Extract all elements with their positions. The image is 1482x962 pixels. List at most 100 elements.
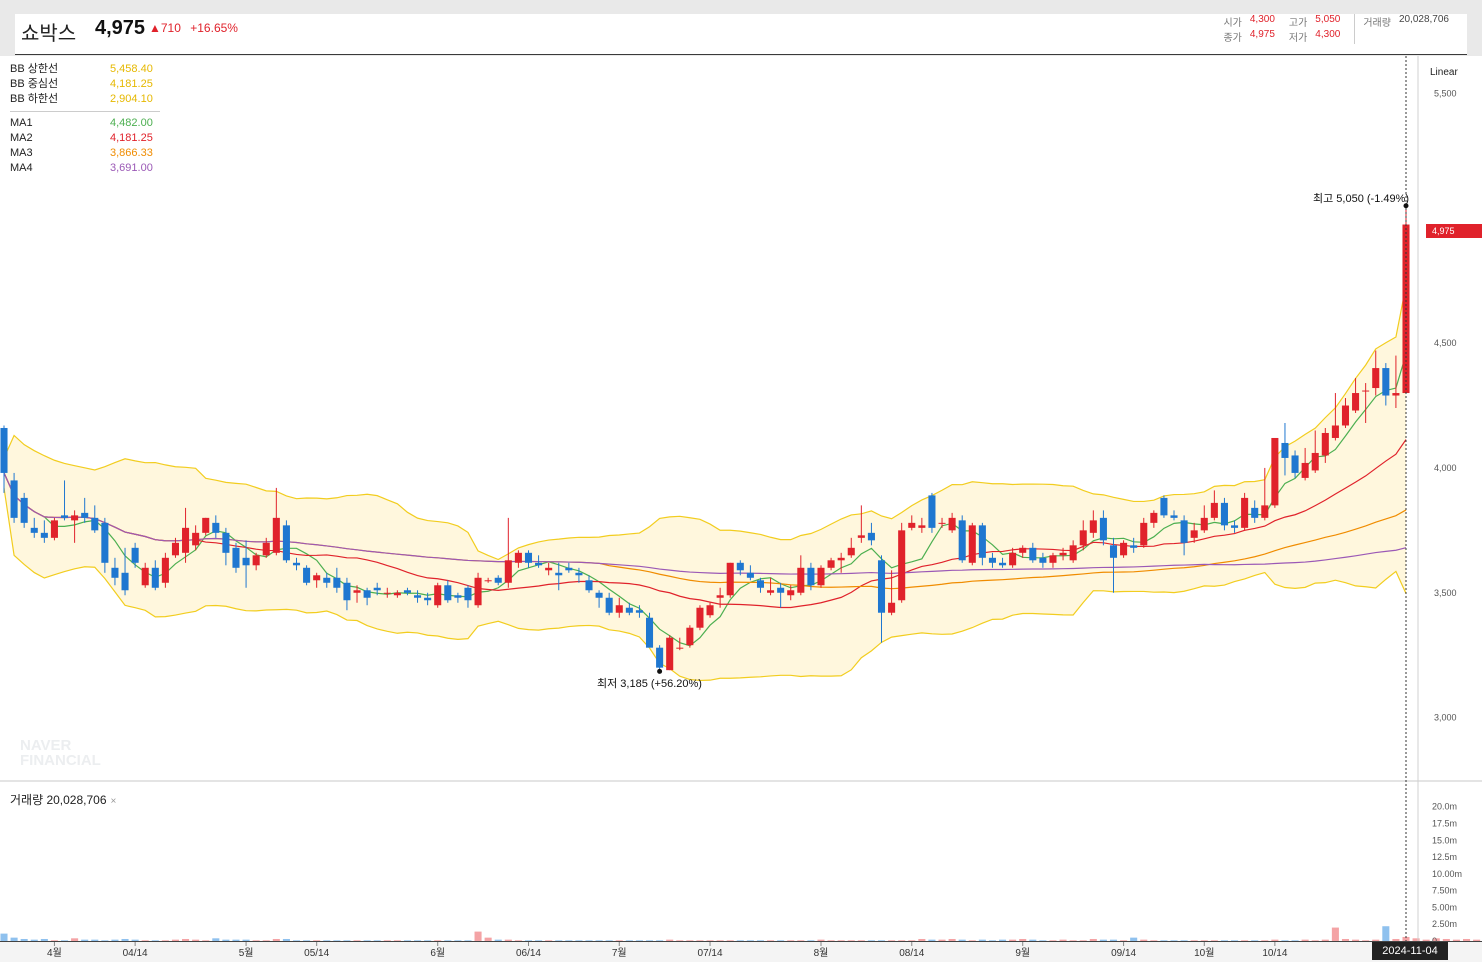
volume-bar xyxy=(555,940,563,941)
volume-bar xyxy=(202,940,210,941)
x-tick-label: 09/14 xyxy=(1111,948,1136,959)
candle-body xyxy=(454,595,462,598)
volume-bar xyxy=(1251,940,1259,941)
x-tick-label: 8월 xyxy=(814,947,829,959)
legend-ma4[interactable]: MA4 3,691.00 xyxy=(10,161,160,176)
volume-tick-label: 20.0m xyxy=(1432,802,1457,812)
candle-body xyxy=(50,520,58,538)
volume-bar xyxy=(1362,940,1370,941)
candle-body xyxy=(474,577,482,606)
volume-bar xyxy=(292,940,301,941)
ohlc-divider xyxy=(1354,29,1356,44)
legend-ma2[interactable]: MA2 4,181.25 xyxy=(10,131,160,146)
legend-bb-upper[interactable]: BB 상한선 5,458.40 xyxy=(10,62,160,77)
crosshair-date-badge: 2024-11-04 xyxy=(1372,942,1448,960)
volume-bar xyxy=(1120,940,1128,941)
volume-bar xyxy=(363,940,371,941)
volume-bar xyxy=(938,939,946,941)
candle-body xyxy=(837,557,845,561)
volume-bar xyxy=(161,940,169,941)
volume-bar xyxy=(50,940,58,941)
volume-bar xyxy=(535,940,543,941)
candle-body xyxy=(252,555,260,566)
volume-bar xyxy=(323,940,331,941)
volume-bar xyxy=(444,940,452,941)
volume-bar xyxy=(30,939,38,941)
y-tick-label: 4,000 xyxy=(1434,463,1457,473)
candle-body xyxy=(121,572,129,591)
volume-bar xyxy=(1039,940,1047,941)
candle-body xyxy=(565,567,573,571)
volume-bar xyxy=(232,939,240,941)
volume-bar xyxy=(1140,939,1148,941)
candle-body xyxy=(706,605,714,616)
volume-bar xyxy=(303,940,311,941)
candle-body xyxy=(575,572,583,576)
legend-ma3[interactable]: MA3 3,866.33 xyxy=(10,146,160,161)
legend-bb-middle[interactable]: BB 중심선 4,181.25 xyxy=(10,77,160,92)
x-tick-label: 07/14 xyxy=(698,948,723,959)
volume-tick-label: 15.0m xyxy=(1432,835,1457,845)
candle-body xyxy=(615,605,623,613)
volume-bar xyxy=(71,938,79,941)
volume-bar xyxy=(1261,940,1269,941)
candle-body xyxy=(1311,452,1319,471)
candle-body xyxy=(1150,512,1158,523)
volume-value: 20,028,706 xyxy=(1398,14,1449,25)
x-axis-bg xyxy=(0,942,1482,962)
volume-bar xyxy=(504,939,512,941)
volume-bar xyxy=(373,940,381,941)
candle-body xyxy=(232,547,240,568)
candle-body xyxy=(1109,545,1118,558)
candle-body xyxy=(1180,520,1188,543)
volume-bar xyxy=(595,940,603,941)
stock-name: 쇼박스 xyxy=(21,23,77,45)
legend-bb-lower[interactable]: BB 하한선 2,904.10 xyxy=(10,92,160,107)
volume-bar xyxy=(948,938,956,941)
price-chart[interactable]: 5,500 4,500 4,000 3,500 3,000 20.0m 17.5m 15.0m… xyxy=(0,0,1482,962)
volume-bar xyxy=(645,940,654,941)
candle-body xyxy=(1281,442,1289,458)
volume-bar xyxy=(1089,938,1097,941)
volume-bar xyxy=(767,940,775,941)
candle-body xyxy=(888,602,896,613)
stock-header: 쇼박스 4,975 ▲710 +16.65% 시가 4,300 고가 5,050… xyxy=(15,14,1467,55)
scale-mode-toggle[interactable]: Linear xyxy=(1430,67,1458,78)
volume-bar xyxy=(847,940,855,941)
candle-body xyxy=(161,557,169,583)
volume-bar xyxy=(877,940,886,941)
candle-body xyxy=(877,560,886,613)
volume-bar xyxy=(313,940,321,941)
high-annotation: 최고 5,050 (-1.49%) xyxy=(1313,193,1410,205)
volume-bar xyxy=(242,939,250,941)
candle-body xyxy=(272,517,280,553)
x-tick-label: 6월 xyxy=(430,947,445,959)
watermark-logo: NAVER FINANCIAL xyxy=(20,737,101,769)
candle-body xyxy=(30,527,38,533)
candle-body xyxy=(1130,545,1138,548)
volume-bar xyxy=(171,939,179,941)
volume-bar xyxy=(807,940,815,941)
candle-body xyxy=(303,567,311,583)
candle-body xyxy=(847,547,855,556)
volume-bar xyxy=(898,940,906,941)
volume-bar xyxy=(1291,940,1299,941)
volume-bar xyxy=(736,940,744,941)
volume-bar xyxy=(575,940,583,941)
stock-price: 4,975 xyxy=(95,17,146,39)
candle-body xyxy=(1220,502,1228,526)
candle-body xyxy=(645,617,654,648)
candle-body xyxy=(111,567,119,578)
volume-bar xyxy=(746,940,754,941)
candle-body xyxy=(1341,405,1350,426)
volume-bar xyxy=(151,940,159,941)
legend-ma1[interactable]: MA1 4,482.00 xyxy=(10,116,160,131)
close-volume-icon[interactable]: × xyxy=(111,796,117,807)
volume-bar xyxy=(403,940,411,941)
candle-body xyxy=(746,572,754,578)
candle-body xyxy=(131,547,139,563)
legend-value: 4,181.25 xyxy=(110,78,153,90)
volume-bar xyxy=(1392,938,1400,941)
candle-body xyxy=(857,535,865,538)
candle-body xyxy=(494,577,502,583)
